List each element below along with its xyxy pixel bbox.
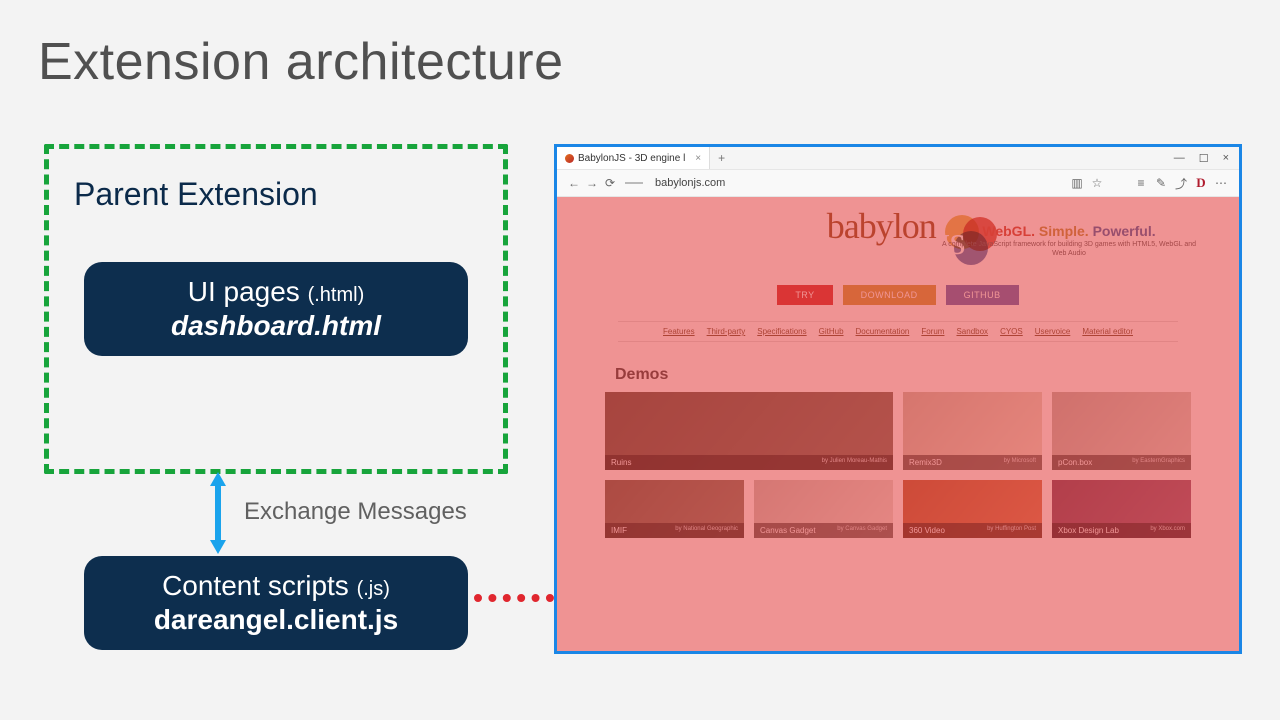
window-close-icon[interactable]: ×: [1223, 152, 1229, 165]
nav-links: Features Third-party Specifications GitH…: [618, 321, 1178, 342]
content-scripts-filename: dareangel.client.js: [104, 604, 448, 636]
nav-link[interactable]: Uservoice: [1035, 327, 1071, 336]
share-icon[interactable]: ⤴: [1171, 175, 1191, 192]
download-button[interactable]: DOWNLOAD: [843, 285, 936, 305]
nav-link[interactable]: Documentation: [856, 327, 910, 336]
close-tab-icon[interactable]: ×: [695, 153, 701, 164]
favicon-icon: [565, 154, 574, 163]
slide-title: Extension architecture: [38, 32, 564, 92]
more-icon[interactable]: ⋯: [1211, 176, 1231, 190]
nav-link[interactable]: CYOS: [1000, 327, 1023, 336]
nav-link[interactable]: GitHub: [819, 327, 844, 336]
extension-icon[interactable]: D: [1191, 175, 1211, 191]
notes-icon[interactable]: ✎: [1151, 176, 1171, 190]
nav-link[interactable]: Features: [663, 327, 695, 336]
demos-gallery-row2: IMIFby National Geographic Canvas Gadget…: [605, 480, 1191, 538]
demo-thumb[interactable]: pCon.boxby EasternGraphics: [1052, 392, 1191, 470]
address-bar: ← → ⟳ babylonjs.com ▥ ☆ ≡ ✎ ⤴ D ⋯: [557, 169, 1239, 197]
nav-link[interactable]: Sandbox: [956, 327, 988, 336]
exchange-messages-label: Exchange Messages: [244, 498, 467, 526]
demo-thumb[interactable]: Canvas Gadgetby Canvas Gadget: [754, 480, 893, 538]
demos-heading: Demos: [615, 366, 1239, 384]
ui-pages-line1: UI pages (.html): [104, 276, 448, 308]
tab-bar: BabylonJS - 3D engine l × + — ☐ ×: [557, 147, 1239, 169]
nav-back-icon[interactable]: ←: [565, 176, 583, 190]
try-button[interactable]: TRY: [777, 285, 832, 305]
window-maximize-icon[interactable]: ☐: [1199, 152, 1209, 165]
nav-link[interactable]: Specifications: [757, 327, 806, 336]
nav-separator: [625, 182, 643, 184]
window-minimize-icon[interactable]: —: [1174, 152, 1185, 165]
sub-tagline: A complete JavaScript framework for buil…: [939, 241, 1199, 259]
hero-section: babylon JS WebGL. Simple. Powerful. A co…: [557, 197, 1239, 352]
demo-thumb[interactable]: IMIFby National Geographic: [605, 480, 744, 538]
demos-gallery: Ruinsby Julien Moreau-Mathis Remix3Dby M…: [605, 392, 1191, 470]
page-content: babylon JS WebGL. Simple. Powerful. A co…: [557, 197, 1239, 651]
nav-link[interactable]: Forum: [921, 327, 944, 336]
url-text[interactable]: babylonjs.com: [655, 177, 725, 189]
ui-pages-filename: dashboard.html: [104, 310, 448, 342]
browser-window: BabylonJS - 3D engine l × + — ☐ × ← → ⟳ …: [554, 144, 1242, 654]
nav-link[interactable]: Third-party: [707, 327, 746, 336]
content-scripts-card: Content scripts (.js) dareangel.client.j…: [84, 556, 468, 650]
browser-tab[interactable]: BabylonJS - 3D engine l ×: [557, 147, 710, 169]
tagline: WebGL. Simple. Powerful.: [939, 223, 1199, 239]
demo-thumb[interactable]: Ruinsby Julien Moreau-Mathis: [605, 392, 893, 470]
nav-link[interactable]: Material editor: [1082, 327, 1133, 336]
tab-title: BabylonJS - 3D engine l: [578, 153, 685, 164]
favorite-icon[interactable]: ☆: [1087, 176, 1107, 190]
nav-refresh-icon[interactable]: ⟳: [601, 176, 619, 190]
exchange-arrow-icon: [210, 472, 226, 554]
content-scripts-line1: Content scripts (.js): [104, 570, 448, 602]
reading-list-icon[interactable]: ▥: [1067, 176, 1087, 190]
nav-forward-icon[interactable]: →: [583, 176, 601, 190]
demo-thumb[interactable]: 360 Videoby Huffington Post: [903, 480, 1042, 538]
demo-thumb[interactable]: Remix3Dby Microsoft: [903, 392, 1042, 470]
hub-icon[interactable]: ≡: [1131, 176, 1151, 190]
injection-dotted-line: [474, 594, 554, 602]
ui-pages-card: UI pages (.html) dashboard.html: [84, 262, 468, 356]
demo-thumb[interactable]: Xbox Design Labby Xbox.com: [1052, 480, 1191, 538]
github-button[interactable]: GITHUB: [946, 285, 1019, 305]
new-tab-button[interactable]: +: [710, 151, 733, 165]
parent-extension-label: Parent Extension: [74, 176, 318, 213]
